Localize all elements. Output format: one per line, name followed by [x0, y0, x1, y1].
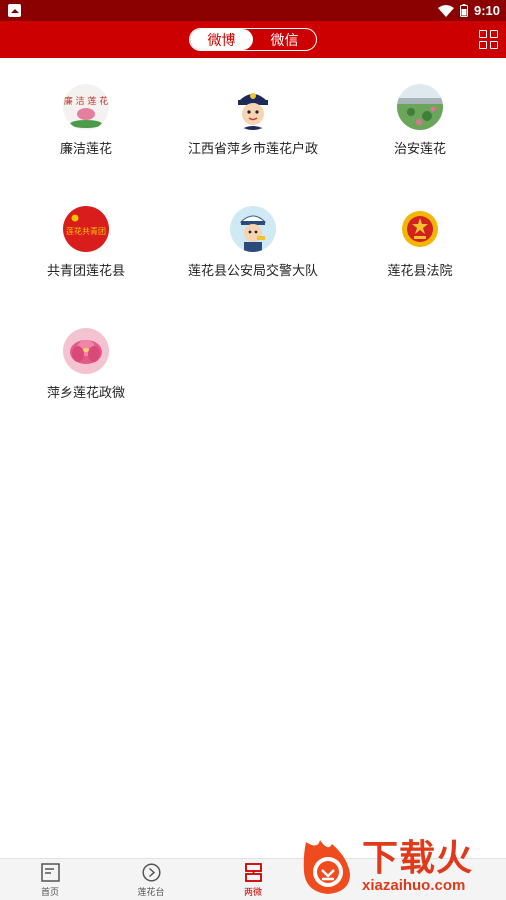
tab-liangwei[interactable]: 两微 — [213, 863, 293, 898]
tab-lianhuatai-label: 莲花台 — [137, 888, 165, 898]
flame-logo-icon — [298, 836, 358, 896]
notification-icon — [8, 4, 21, 17]
app-header: 微博 微信 — [0, 21, 506, 58]
account-label: 江西省萍乡市莲花户政 — [187, 142, 318, 157]
tab-weibo[interactable]: 微博 — [190, 29, 253, 50]
watermark: 下载火 xiazaihuo.com — [298, 832, 506, 900]
account-label: 治安莲花 — [393, 142, 446, 157]
wifi-icon — [437, 4, 454, 17]
svg-text:莲花共青团: 莲花共青团 — [66, 226, 106, 236]
youth-league-avatar: 莲花共青团 — [63, 206, 109, 252]
account-item-gongqingtuan[interactable]: 莲花共青团 共青团莲花县 — [2, 206, 170, 279]
watermark-cn: 下载火 — [362, 837, 474, 879]
tab-home-label: 首页 — [40, 888, 59, 898]
police-cartoon-avatar — [230, 84, 276, 130]
account-item-lianjie[interactable]: 廉 洁 莲 花 廉洁莲花 — [2, 84, 170, 157]
two-micro-icon — [244, 863, 262, 882]
lotus-logo-avatar: 廉 洁 莲 花 — [63, 84, 109, 130]
account-item-huzheng[interactable]: 江西省萍乡市莲花户政 — [169, 84, 337, 157]
account-label: 莲花县法院 — [387, 264, 453, 279]
segmented-control: 微博 微信 — [189, 28, 317, 51]
traffic-police-avatar — [230, 206, 276, 252]
tab-home[interactable]: 首页 — [10, 863, 90, 898]
account-grid: 廉 洁 莲 花 廉洁莲花 江西省萍乡市莲花户政 治安莲花 莲花共青团 共青团莲花… — [0, 58, 506, 858]
status-time: 9:10 — [473, 3, 500, 18]
tab-weixin[interactable]: 微信 — [253, 29, 316, 50]
pink-lotus-avatar — [63, 328, 109, 374]
home-doc-icon — [40, 863, 60, 882]
play-circle-icon — [141, 863, 161, 882]
status-bar: 9:10 — [0, 0, 506, 21]
account-label: 莲花县公安局交警大队 — [187, 264, 318, 279]
account-label: 廉洁莲花 — [59, 142, 112, 157]
account-item-fayuan[interactable]: 莲花县法院 — [336, 206, 504, 279]
account-item-jiaojing[interactable]: 莲花县公安局交警大队 — [169, 206, 337, 279]
tab-lianhuatai[interactable]: 莲花台 — [111, 863, 191, 898]
tab-liangwei-label: 两微 — [243, 888, 262, 898]
svg-text:廉 洁 莲 花: 廉 洁 莲 花 — [64, 95, 109, 107]
lotus-pond-avatar — [397, 84, 443, 130]
watermark-en: xiazaihuo.com — [362, 876, 466, 894]
grid-menu-icon[interactable] — [479, 30, 498, 49]
account-label: 共青团莲花县 — [46, 264, 125, 279]
court-emblem-avatar — [397, 206, 443, 252]
account-item-zhengwei[interactable]: 萍乡莲花政微 — [2, 328, 170, 401]
battery-icon — [459, 4, 468, 17]
watermark-text: 下载火 xiazaihuo.com — [362, 837, 474, 894]
account-label: 萍乡莲花政微 — [46, 386, 125, 401]
status-icons: 9:10 — [437, 0, 500, 21]
account-item-zhian[interactable]: 治安莲花 — [336, 84, 504, 157]
